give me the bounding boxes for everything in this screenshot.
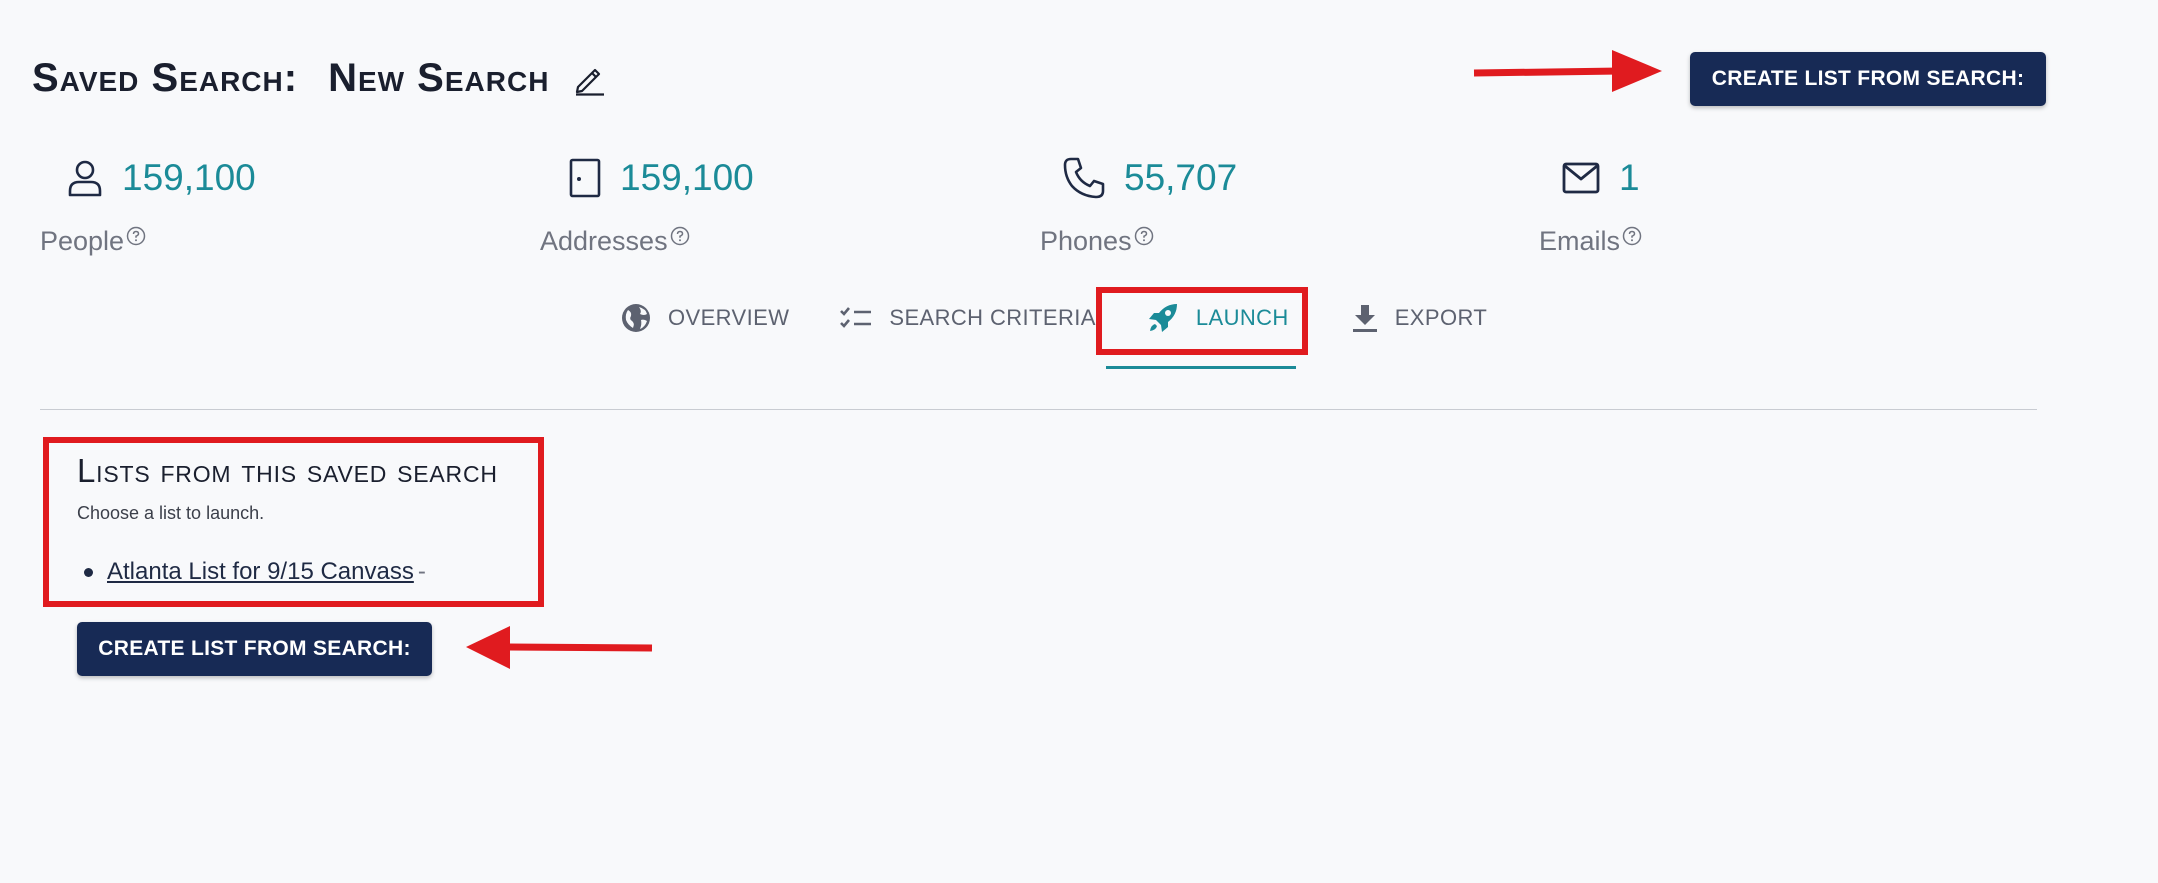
- page-title: Saved Search: New Search: [32, 56, 609, 101]
- stat-phones-value: 55,707: [1124, 157, 1238, 198]
- checklist-icon: [840, 307, 872, 328]
- annotation-arrow-top: [1473, 50, 1662, 92]
- download-icon: [1352, 305, 1377, 332]
- stat-addresses-caption: Addresses: [540, 226, 668, 256]
- bullet: [84, 567, 93, 577]
- lists-title: Lists from this saved search: [77, 452, 498, 489]
- tab-search-criteria[interactable]: SEARCH CRITERIA: [839, 296, 1095, 340]
- create-list-button-top[interactable]: CREATE LIST FROM SEARCH:: [1690, 52, 2046, 106]
- phone-icon: [1063, 157, 1105, 199]
- tab-overview-label: OVERVIEW: [668, 305, 790, 330]
- tab-bar: OVERVIEW SEARCH CRITERIA LAUNCH EXPORT: [620, 296, 1487, 340]
- help-circle-icon[interactable]: [1622, 226, 1642, 246]
- help-circle-icon[interactable]: [1134, 226, 1154, 246]
- globe-icon: [622, 304, 650, 332]
- stat-emails: 1 Emails: [1539, 150, 1642, 257]
- divider: [40, 409, 2037, 410]
- search-name: New Search: [328, 56, 550, 100]
- help-circle-icon[interactable]: [126, 226, 146, 246]
- stat-emails-value: 1: [1619, 157, 1640, 198]
- launch-tab-highlight: [1096, 287, 1308, 355]
- list-item-suffix: -: [417, 558, 426, 585]
- stat-phones: 55,707 Phones: [1040, 150, 1237, 257]
- list-link[interactable]: Atlanta List for 9/15 Canvass: [107, 558, 414, 586]
- stat-people-caption: People: [40, 226, 125, 256]
- active-tab-indicator: [1106, 366, 1296, 369]
- pencil-icon[interactable]: [573, 61, 609, 97]
- help-circle-icon[interactable]: [670, 226, 690, 246]
- stat-phones-caption: Phones: [1040, 226, 1132, 256]
- stat-addresses-value: 159,100: [620, 157, 754, 198]
- annotation-arrow-bottom: [466, 626, 653, 669]
- saved-lists: Atlanta List for 9/15 Canvass -: [84, 558, 426, 586]
- saved-search-page: Saved Search: New Search CREATE LIST FRO…: [0, 0, 2158, 883]
- tab-export-label: EXPORT: [1394, 305, 1488, 330]
- page-title-label: Saved Search:: [32, 56, 299, 100]
- stat-addresses: 159,100 Addresses: [540, 150, 754, 257]
- tab-export[interactable]: EXPORT: [1351, 296, 1487, 340]
- create-list-button-bottom[interactable]: CREATE LIST FROM SEARCH:: [77, 622, 432, 676]
- mail-icon: [1562, 162, 1600, 194]
- stat-people: 159,100 People: [40, 150, 256, 257]
- tab-search-criteria-label: SEARCH CRITERIA: [889, 305, 1096, 330]
- stat-people-value: 159,100: [122, 157, 256, 198]
- person-icon: [68, 160, 102, 197]
- list-item: Atlanta List for 9/15 Canvass -: [84, 558, 426, 586]
- lists-subtitle: Choose a list to launch.: [77, 503, 265, 523]
- door-icon: [569, 158, 601, 198]
- tab-overview[interactable]: OVERVIEW: [620, 296, 789, 340]
- stat-emails-caption: Emails: [1539, 226, 1621, 256]
